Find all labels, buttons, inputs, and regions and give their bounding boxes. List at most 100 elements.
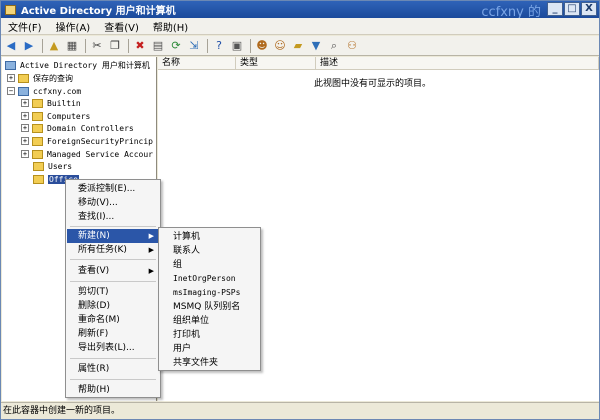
new-submenu: 计算机 联系人 组 InetOrgPerson msImaging-PSPs M… — [158, 227, 261, 371]
folder-icon — [32, 149, 43, 159]
submenu-arrow-icon: ▶ — [148, 246, 154, 254]
folder-icon — [32, 98, 43, 108]
delete-icon[interactable]: ✖ — [132, 38, 148, 54]
minimize-button[interactable]: _ — [547, 2, 563, 16]
window-title: Active Directory 用户和计算机 — [21, 6, 176, 17]
expand-icon[interactable]: + — [7, 74, 15, 82]
toolbar-separator — [85, 38, 86, 53]
submenu-item-inetorgperson[interactable]: InetOrgPerson — [160, 272, 259, 286]
menu-item-move[interactable]: 移动(V)... — [67, 196, 159, 210]
tree-item-computers[interactable]: + Computers — [21, 110, 90, 122]
submenu-arrow-icon: ▶ — [148, 267, 154, 275]
filter-icon[interactable]: ▼ — [308, 38, 324, 54]
folder-icon — [32, 136, 43, 146]
tree-item-label: Managed Service Accour — [47, 149, 153, 159]
find-icon[interactable]: ⌕ — [326, 38, 342, 54]
menu-item-properties[interactable]: 属性(R) — [67, 362, 159, 376]
toolbar-separator — [42, 38, 43, 53]
menu-bar: 文件(F) 操作(A) 查看(V) 帮助(H) — [1, 18, 599, 35]
toolbar-separator — [250, 38, 251, 53]
menu-separator — [70, 358, 156, 359]
close-button[interactable]: X — [581, 2, 597, 16]
tree-root[interactable]: Active Directory 用户和计算机 — [5, 59, 150, 71]
console-icon[interactable]: ▣ — [229, 38, 245, 54]
help-icon[interactable]: ? — [211, 38, 227, 54]
expand-icon[interactable]: + — [21, 99, 29, 107]
submenu-item-contact[interactable]: 联系人 — [160, 244, 259, 258]
title-bar[interactable]: Active Directory 用户和计算机 ccfxny 的 _ □ X — [1, 1, 599, 20]
expand-icon[interactable]: + — [21, 124, 29, 132]
back-icon[interactable]: ◀ — [3, 38, 19, 54]
add-to-group-icon[interactable]: ⚇ — [344, 38, 360, 54]
collapse-icon[interactable]: − — [7, 87, 15, 95]
submenu-arrow-icon: ▶ — [148, 232, 154, 240]
tree-item-label: ccfxny.com — [33, 86, 82, 96]
list-header: 名称 类型 描述 — [158, 57, 599, 70]
status-text: 在此容器中创建一新的项目。 — [3, 406, 121, 416]
menu-item-export-list[interactable]: 导出列表(L)... — [67, 341, 159, 355]
properties-icon[interactable]: ▤ — [150, 38, 166, 54]
menu-item-delegate-control[interactable]: 委派控制(E)... — [67, 182, 159, 196]
folder-icon — [18, 73, 29, 83]
submenu-item-organizational-unit[interactable]: 组织单位 — [160, 314, 259, 328]
menu-item-cut[interactable]: 剪切(T) — [67, 285, 159, 299]
menu-help[interactable]: 帮助(H) — [146, 19, 195, 34]
menu-file[interactable]: 文件(F) — [1, 19, 49, 34]
menu-item-all-tasks[interactable]: 所有任务(K) ▶ — [67, 243, 159, 257]
submenu-item-computer[interactable]: 计算机 — [160, 230, 259, 244]
ou-folder-icon — [33, 174, 44, 184]
column-header-description[interactable]: 描述 — [316, 57, 599, 69]
forward-icon[interactable]: ▶ — [21, 38, 37, 54]
export-icon[interactable]: ⇲ — [186, 38, 202, 54]
menu-item-refresh[interactable]: 刷新(F) — [67, 327, 159, 341]
copy-icon[interactable]: ❐ — [107, 38, 123, 54]
tree-item-saved-queries[interactable]: + 保存的查询 — [7, 72, 73, 84]
add-user-icon[interactable]: ☻ — [254, 38, 270, 54]
menu-view[interactable]: 查看(V) — [97, 19, 146, 34]
tree-item-domain[interactable]: − ccfxny.com — [7, 85, 81, 97]
tree-item-label: Builtin — [47, 98, 81, 108]
column-header-name[interactable]: 名称 — [158, 57, 236, 69]
tree-item-label: ForeignSecurityPrincip — [47, 136, 153, 146]
menu-item-help[interactable]: 帮助(H) — [67, 383, 159, 397]
folder-icon — [33, 161, 44, 171]
tree-item-foreign-security-principals[interactable]: + ForeignSecurityPrincip — [21, 135, 153, 147]
tree-item-domain-controllers[interactable]: + Domain Controllers — [21, 122, 134, 134]
empty-view-message: 此视图中没有可显示的项目。 — [314, 79, 432, 89]
maximize-button[interactable]: □ — [564, 2, 580, 16]
submenu-item-printer[interactable]: 打印机 — [160, 328, 259, 342]
submenu-item-shared-folder[interactable]: 共享文件夹 — [160, 356, 259, 370]
expand-icon[interactable]: + — [21, 150, 29, 158]
tree-item-label: Users — [48, 161, 73, 171]
expand-icon[interactable]: + — [21, 112, 29, 120]
add-group-icon[interactable]: ☺ — [272, 38, 288, 54]
tree-item-users[interactable]: Users — [33, 160, 72, 172]
details-icon[interactable]: ▦ — [64, 38, 80, 54]
toolbar: ◀ ▶ ▲ ▦ ✂ ❐ ✖ ▤ ⟳ ⇲ ? ▣ ☻ ☺ ▰ ▼ ⌕ ⚇ — [1, 36, 599, 56]
menu-separator — [70, 379, 156, 380]
cut-icon[interactable]: ✂ — [89, 38, 105, 54]
submenu-item-msmq-queue-alias[interactable]: MSMQ 队列别名 — [160, 300, 259, 314]
column-header-type[interactable]: 类型 — [236, 57, 316, 69]
submenu-item-msimaging-psps[interactable]: msImaging-PSPs — [160, 286, 259, 300]
submenu-item-group[interactable]: 组 — [160, 258, 259, 272]
menu-separator — [70, 259, 156, 260]
window-controls: _ □ X — [547, 2, 597, 16]
tree-item-builtin[interactable]: + Builtin — [21, 97, 81, 109]
up-icon[interactable]: ▲ — [46, 38, 62, 54]
tree-root-label: Active Directory 用户和计算机 — [20, 60, 150, 70]
snapin-icon — [5, 60, 16, 70]
expand-icon[interactable]: + — [21, 137, 29, 145]
menu-item-label: 新建(N) — [78, 231, 110, 241]
menu-item-new[interactable]: 新建(N) ▶ — [67, 229, 159, 243]
add-ou-icon[interactable]: ▰ — [290, 38, 306, 54]
menu-item-delete[interactable]: 删除(D) — [67, 299, 159, 313]
menu-item-view[interactable]: 查看(V) ▶ — [67, 264, 159, 278]
submenu-item-user[interactable]: 用户 — [160, 342, 259, 356]
folder-icon — [32, 111, 43, 121]
menu-item-find[interactable]: 查找(I)... — [67, 210, 159, 224]
menu-action[interactable]: 操作(A) — [49, 19, 98, 34]
tree-item-managed-service-accounts[interactable]: + Managed Service Accour — [21, 148, 153, 160]
refresh-icon[interactable]: ⟳ — [168, 38, 184, 54]
menu-item-rename[interactable]: 重命名(M) — [67, 313, 159, 327]
